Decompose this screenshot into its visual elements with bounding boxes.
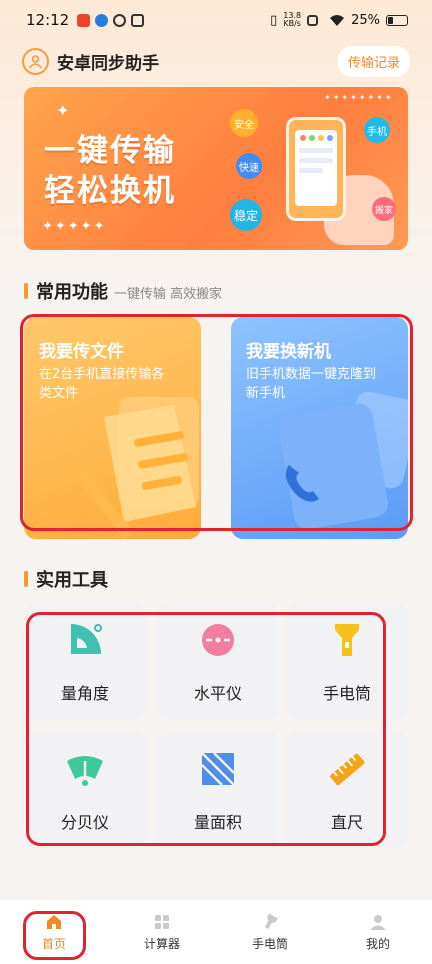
- banner-tag-move: 搬家: [372, 197, 396, 221]
- switch-phone-card[interactable]: 我要换新机 旧手机数据一键克隆到 新手机: [231, 317, 408, 539]
- nav-mine[interactable]: 我的: [324, 900, 432, 964]
- sync-notification-icon: [113, 13, 127, 27]
- banner-tag-stable: 稳定: [230, 199, 262, 231]
- bottom-nav: 首页 计算器 手电筒 我的: [0, 900, 432, 964]
- common-section-title: 常用功能 一键传输 高效搬家: [24, 278, 222, 304]
- battery-icon: [386, 14, 408, 26]
- transfer-files-desc: 在2台手机直接传输各 类文件: [39, 365, 164, 403]
- network-speed-unit: KB/s: [283, 19, 301, 28]
- banner-tag-safe: 安全: [230, 109, 258, 137]
- section-marker: [24, 283, 28, 299]
- status-bar: 12:12 ▯ 13.8 KB/s 25%: [0, 0, 432, 40]
- banner-tag-phone: 手机: [364, 117, 390, 143]
- nav-label: 我的: [365, 936, 390, 951]
- tools-grid: 量角度 水平仪 手电筒 分贝仪 量面积 直尺: [24, 602, 408, 852]
- protractor-icon: [71, 624, 102, 654]
- tool-label: 水平仪: [193, 684, 242, 703]
- phone-illustration: [286, 117, 346, 221]
- app-notification-icon: [77, 13, 91, 27]
- transfer-files-desc-line: 在2台手机直接传输各: [39, 367, 165, 382]
- common-subtitle: 一键传输 高效搬家: [114, 287, 223, 302]
- transfer-files-title: 我要传文件: [39, 342, 124, 362]
- nav-label: 计算器: [143, 936, 180, 951]
- sparkle-row-icon: ✦✦✦✦✦✦✦✦: [324, 93, 394, 102]
- nav-home[interactable]: 首页: [0, 900, 108, 964]
- switch-phone-desc: 旧手机数据一键克隆到 新手机: [246, 365, 376, 403]
- flashlight-icon: [335, 624, 359, 656]
- tool-flashlight[interactable]: 手电筒: [286, 602, 408, 720]
- nav-calculator[interactable]: 计算器: [108, 900, 216, 964]
- tool-area[interactable]: 量面积: [157, 731, 279, 849]
- sparkle-icon: ✦: [56, 101, 70, 120]
- common-title: 常用功能: [36, 282, 108, 303]
- switch-phone-desc-line: 新手机: [246, 386, 286, 401]
- decibel-meter-icon: [67, 756, 103, 786]
- transfer-files-desc-line: 类文件: [39, 386, 79, 401]
- tool-ruler[interactable]: 直尺: [286, 731, 408, 849]
- flashlight-icon: [264, 912, 278, 929]
- nav-flashlight[interactable]: 手电筒: [216, 900, 324, 964]
- tools-section-title: 实用工具: [24, 566, 108, 592]
- tool-level[interactable]: 水平仪: [157, 602, 279, 720]
- browser-notification-icon: [95, 13, 109, 27]
- network-speed: 13.8 KB/s: [283, 12, 301, 28]
- ruler-icon: [330, 753, 365, 786]
- tool-decibel[interactable]: 分贝仪: [24, 731, 146, 849]
- section-marker: [24, 571, 28, 587]
- promo-banner[interactable]: ✦ ✦✦✦✦✦ ✦✦✦✦✦✦✦✦ 一键传输 轻松换机 安全 手机 快速 稳定 搬…: [24, 87, 408, 250]
- app-title: 安卓同步助手: [57, 53, 159, 74]
- sparkle-row-icon: ✦✦✦✦✦: [42, 219, 107, 234]
- wifi-icon: [330, 14, 345, 26]
- switch-phone-desc-line: 旧手机数据一键克隆到: [246, 367, 377, 382]
- calculator-icon: [155, 914, 169, 929]
- transfer-record-button[interactable]: 传输记录: [337, 45, 410, 77]
- nav-label: 首页: [41, 936, 66, 951]
- vibrate-icon: ▯: [270, 12, 278, 28]
- mail-notification-icon: [131, 13, 145, 27]
- banner-headline-2: 轻松换机: [44, 173, 176, 209]
- area-icon: [201, 752, 235, 786]
- tool-label: 量面积: [193, 813, 242, 832]
- user-icon: [28, 54, 43, 69]
- tool-label: 直尺: [330, 813, 363, 832]
- nav-label: 手电筒: [251, 936, 288, 951]
- home-icon: [47, 914, 61, 929]
- person-icon: [370, 914, 386, 930]
- transfer-files-card[interactable]: 我要传文件 在2台手机直接传输各 类文件: [24, 317, 201, 539]
- battery-percent: 25%: [351, 12, 380, 28]
- sim-icon: [307, 14, 319, 26]
- tool-protractor[interactable]: 量角度: [24, 602, 146, 720]
- switch-phone-title: 我要换新机: [246, 342, 331, 362]
- avatar[interactable]: [22, 47, 49, 75]
- tools-title: 实用工具: [36, 570, 108, 591]
- app-header: 安卓同步助手 传输记录: [22, 45, 410, 77]
- level-icon: [202, 624, 234, 656]
- tool-label: 量角度: [60, 684, 109, 703]
- banner-headline-1: 一键传输: [44, 133, 176, 169]
- tool-label: 手电筒: [322, 684, 371, 703]
- tool-label: 分贝仪: [60, 813, 109, 832]
- banner-tag-fast: 快速: [236, 153, 262, 179]
- status-time: 12:12: [26, 11, 70, 29]
